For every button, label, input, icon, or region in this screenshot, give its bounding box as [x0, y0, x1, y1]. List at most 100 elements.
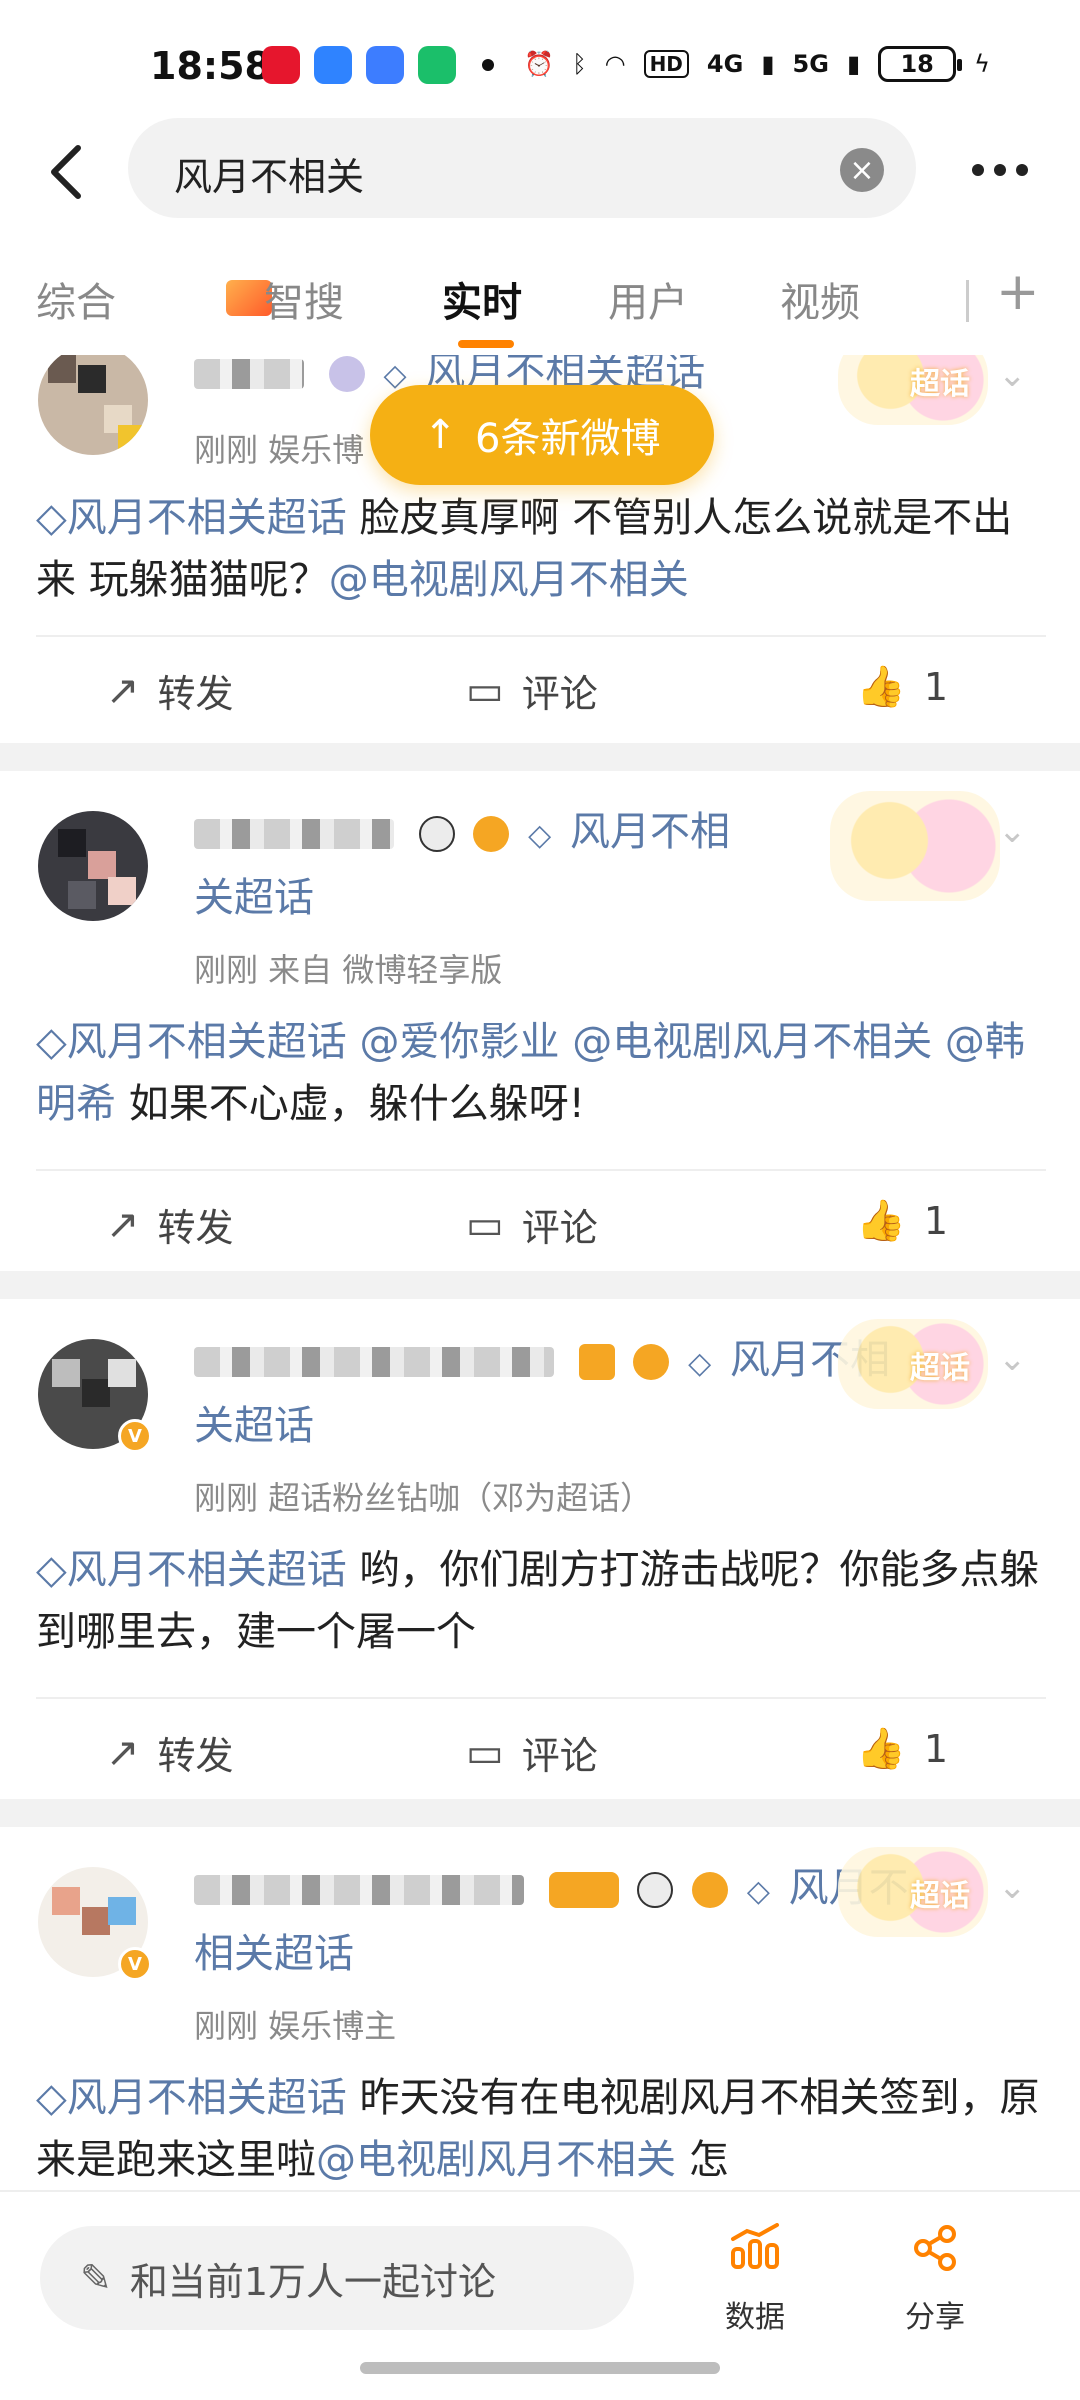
data-button[interactable]: 数据 — [700, 2222, 810, 2336]
avatar[interactable] — [38, 355, 148, 455]
card-separator — [0, 743, 1080, 771]
comment-button[interactable]: ▭ 评论 — [466, 663, 598, 718]
bluetooth-icon: ᛒ — [572, 50, 587, 78]
repost-button[interactable]: ↗ 转发 — [106, 1725, 234, 1780]
comment-button[interactable]: ▭ 评论 — [466, 1725, 598, 1780]
more-button[interactable] — [960, 140, 1040, 200]
repost-icon: ↗ — [106, 1729, 140, 1776]
search-query: 风月不相关 — [174, 155, 365, 199]
chevron-down-icon[interactable]: ⌄ — [998, 1339, 1038, 1379]
tab-users[interactable]: 用户 — [608, 270, 688, 328]
crown-badge-icon — [548, 1872, 619, 1908]
more-icon-dot — [972, 164, 984, 176]
alarm-icon: ⏰ — [524, 50, 555, 78]
post-body: ◇风月不相关超话 @爱你影业 @电视剧风月不相关 @韩明希 如果不心虚，躲什么躲… — [36, 1011, 1046, 1135]
topic-link[interactable]: 风月不相关超话 — [67, 495, 347, 541]
like-button[interactable]: 👍 1 — [856, 1197, 948, 1244]
share-label: 分享 — [905, 2300, 965, 2335]
play-app-icon — [418, 46, 456, 84]
new-posts-label: 6条新微博 — [475, 416, 661, 462]
signal-bars-icon: ▮ — [761, 50, 775, 78]
topic-link[interactable]: 风月不相关超话 — [67, 1547, 347, 1593]
author-line: ◇ 风月不相关超话 — [194, 1857, 914, 1985]
weibo-app-icon — [262, 46, 300, 84]
plus-icon: + — [996, 262, 1040, 322]
back-button[interactable] — [36, 132, 96, 212]
repost-label: 转发 — [157, 1734, 234, 1778]
topic-link[interactable]: 风月不相关超话 — [67, 1019, 347, 1065]
post-body: ◇风月不相关超话 脸皮真厚啊 不管别人怎么说就是不出来 玩躲猫猫呢？@电视剧风月… — [36, 487, 1046, 611]
post-card[interactable]: V ◇ 风月不相关超话 超话 ⌄ 刚刚 娱乐博主 ◇风月不相关超话 昨天没有在电… — [0, 1827, 1080, 2195]
avatar[interactable] — [38, 811, 148, 921]
level-badge-icon — [578, 1344, 615, 1380]
like-count: 1 — [923, 664, 948, 709]
discussion-input[interactable]: ✎ 和当前1万人一起讨论 — [40, 2226, 634, 2330]
tab-smart-search[interactable]: 智搜 — [264, 270, 344, 328]
post-body: ◇风月不相关超话 昨天没有在电视剧风月不相关签到，原来是跑来这里啦@电视剧风月不… — [36, 2067, 1046, 2191]
infinity-app-icon — [366, 46, 404, 84]
comment-icon: ▭ — [466, 1201, 504, 1248]
add-tab-button[interactable]: + — [996, 262, 1040, 322]
battery-indicator: 18 — [878, 46, 963, 82]
diamond-icon: ◇ — [36, 1019, 67, 1065]
repost-button[interactable]: ↗ 转发 — [106, 1197, 234, 1252]
signal-5g-label: 5G — [792, 50, 829, 78]
clear-button[interactable]: × — [840, 148, 884, 192]
thumbs-up-icon: 👍 — [856, 664, 906, 710]
author-name-blurred[interactable] — [194, 1875, 524, 1905]
new-posts-toast[interactable]: ↑ 6条新微博 — [370, 385, 714, 485]
status-indicators: ⏰ ᛒ ◠ HD 4G ▮ 5G ▮ 18 ϟ — [524, 46, 990, 82]
like-button[interactable]: 👍 1 — [856, 663, 948, 710]
topic-link[interactable]: 风月不相关超话 — [67, 2075, 347, 2121]
cat-sticker — [830, 791, 1000, 901]
card-separator — [0, 1799, 1080, 1827]
chevron-down-icon[interactable]: ⌄ — [998, 355, 1038, 395]
chevron-down-icon[interactable]: ⌄ — [998, 1867, 1038, 1907]
search-header: 风月不相关 × — [0, 110, 1080, 230]
post-card[interactable]: V ◇ 风月不相关超话 超话 ⌄ 刚刚 超话粉丝钻咖（邓为超话） ◇风月不相关超… — [0, 1299, 1080, 1799]
mention-link[interactable]: @电视剧风月不相关 — [316, 2137, 676, 2183]
data-label: 数据 — [725, 2300, 785, 2335]
repost-button[interactable]: ↗ 转发 — [106, 663, 234, 718]
repost-label: 转发 — [157, 1206, 234, 1250]
clear-icon: × — [849, 152, 875, 188]
comment-button[interactable]: ▭ 评论 — [466, 1197, 598, 1252]
tab-videos[interactable]: 视频 — [780, 270, 860, 328]
mention-link[interactable]: @电视剧风月不相关 — [329, 557, 689, 603]
like-button[interactable]: 👍 1 — [856, 1725, 948, 1772]
search-input[interactable]: 风月不相关 × — [128, 118, 916, 218]
chevron-down-icon[interactable]: ⌄ — [998, 811, 1038, 851]
more-notifications-dot-icon — [482, 59, 494, 71]
diamond-icon: ◇ — [746, 1874, 770, 1909]
discussion-placeholder: 和当前1万人一起讨论 — [129, 2259, 497, 2304]
post-meta: 刚刚 来自 微博轻享版 — [194, 951, 503, 989]
badge-icon — [328, 356, 365, 392]
author-line: ◇ 风月不相关超话 — [194, 1329, 914, 1457]
home-indicator[interactable] — [360, 2362, 720, 2374]
tab-realtime[interactable]: 实时 — [442, 270, 522, 328]
search-tabs: 综合 智搜 实时 用户 视频 + — [0, 250, 1080, 360]
signal-bars-icon-2: ▮ — [846, 50, 861, 78]
verified-badge-icon: V — [118, 1419, 152, 1453]
post-body: ◇风月不相关超话 哟，你们剧方打游击战呢？你能多点躲到哪里去，建一个屠一个 — [36, 1539, 1046, 1663]
post-actions: ↗ 转发 ▭ 评论 👍 1 — [36, 635, 1046, 735]
author-name-blurred[interactable] — [194, 819, 394, 849]
post-card[interactable]: ◇ 风月不相关超话 ⌄ 刚刚 来自 微博轻享版 ◇风月不相关超话 @爱你影业 @… — [0, 771, 1080, 1271]
post-actions: ↗ 转发 ▭ 评论 👍 1 — [36, 1697, 1046, 1797]
diamond-icon: ◇ — [528, 818, 552, 853]
verified-badge-icon: V — [118, 1947, 152, 1981]
author-name-blurred[interactable] — [194, 1347, 554, 1377]
panda-icon — [418, 816, 455, 852]
post-actions: ↗ 转发 ▭ 评论 👍 1 — [36, 1169, 1046, 1269]
tab-comprehensive[interactable]: 综合 — [36, 270, 116, 328]
feed-list: ◇ 风月不相关超话 超话 ⌄ 刚刚 娱乐博 ◇风月不相关超话 脸皮真厚啊 不管别… — [0, 355, 1080, 2195]
charging-icon: ϟ — [974, 50, 990, 78]
status-time: 18:58 — [150, 44, 271, 88]
author-name-blurred[interactable] — [194, 359, 304, 389]
thumbs-up-icon: 👍 — [856, 1198, 906, 1244]
share-button[interactable]: 分享 — [880, 2222, 990, 2336]
comment-icon: ▭ — [466, 667, 504, 714]
more-icon-dot — [1016, 164, 1028, 176]
comment-label: 评论 — [521, 1206, 598, 1250]
panda-icon — [637, 1872, 674, 1908]
